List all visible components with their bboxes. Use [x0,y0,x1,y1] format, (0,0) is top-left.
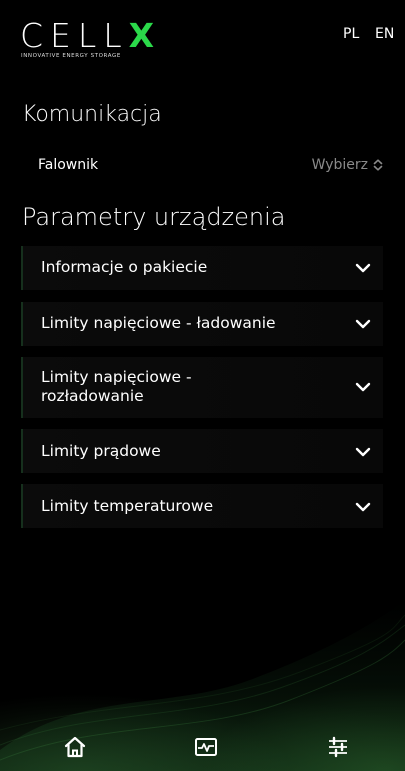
chevron-down-icon [355,447,371,457]
chevron-down-icon [355,319,371,329]
accordion-item-label: Limity temperaturowe [41,497,214,515]
logo-tagline: INNOVATIVE ENERGY STORAGE [21,53,121,59]
accordion-item-voltage-discharging[interactable]: Limity napięciowe - rozładowanie [21,357,383,418]
language-en-button[interactable]: EN [375,26,394,42]
device-parameters-title: Parametry urządzenia [22,203,286,231]
accordion-item-temperature-limits[interactable]: Limity temperaturowe [21,484,383,528]
language-pl-button[interactable]: PL [343,26,359,42]
accordion-item-label: Limity prądowe [41,442,161,460]
accordion-item-voltage-charging[interactable]: Limity napięciowe - ładowanie [21,302,383,346]
inverter-select-value: Wybierz [311,157,368,173]
accordion-item-label: Limity napięciowe - ładowanie [41,314,276,332]
logo-wordmark: CELLX [20,16,162,55]
cellx-logo: CELLX INNOVATIVE ENERGY STORAGE [20,16,172,64]
accordion-item-label: Informacje o pakiecie [41,258,208,276]
accordion-item-label: Limity napięciowe - rozładowanie [41,368,192,405]
communication-title: Komunikacja [22,102,162,127]
nav-home-button[interactable] [62,734,88,760]
chevron-down-icon [355,502,371,512]
home-icon [64,736,86,758]
inverter-select[interactable]: Wybierz [312,157,383,173]
inverter-label: Falownik [38,157,99,173]
inverter-row: Falownik Wybierz [38,150,383,180]
activity-monitor-icon [195,738,217,756]
accordion-item-package-info[interactable]: Informacje o pakiecie [21,246,383,290]
up-down-chevron-icon [373,159,383,171]
chevron-down-icon [355,263,371,273]
app-header: CELLX INNOVATIVE ENERGY STORAGE PL EN [0,0,405,80]
nav-settings-button[interactable] [325,734,351,760]
bottom-navigation [0,730,405,771]
accordion-item-current-limits[interactable]: Limity prądowe [21,429,383,473]
sliders-icon [329,736,347,758]
nav-monitor-button[interactable] [193,734,219,760]
chevron-down-icon [355,382,371,392]
